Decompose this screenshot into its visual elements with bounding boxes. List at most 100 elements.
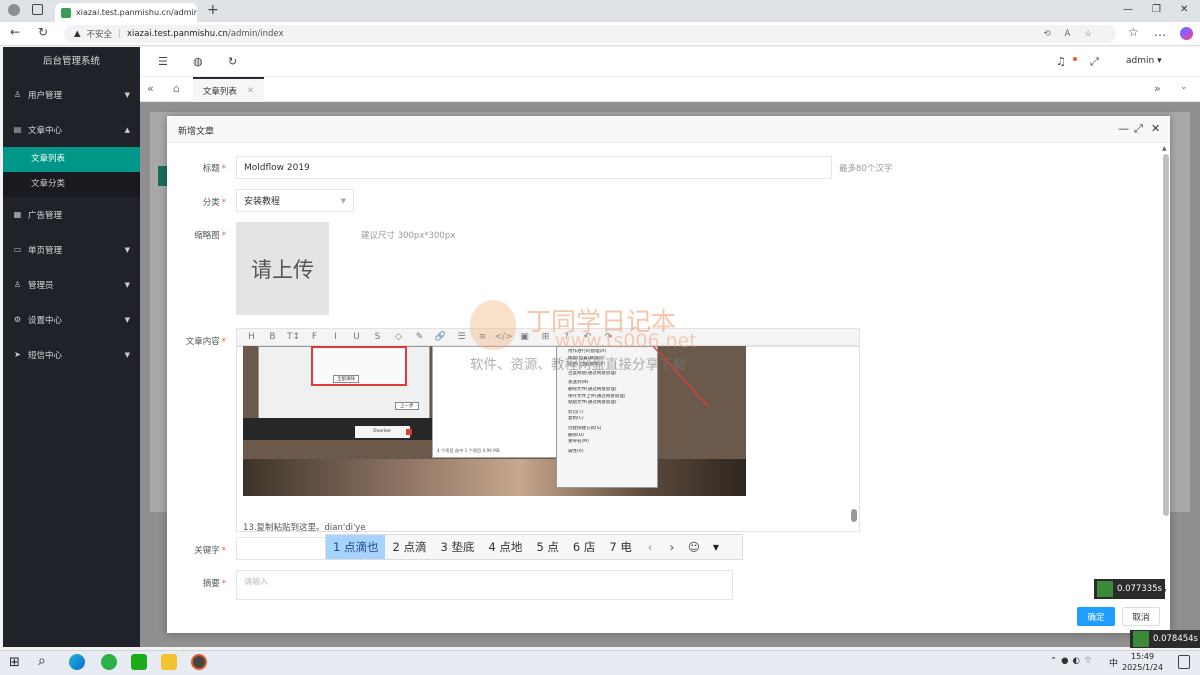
minimize-modal-icon[interactable]: — <box>1118 122 1129 135</box>
refresh-icon[interactable]: ↻ <box>38 25 48 39</box>
menu-toggle-icon[interactable]: ☰ <box>158 55 168 68</box>
ime-candidate[interactable]: 5 点 <box>529 535 565 559</box>
search-icon[interactable]: ⌕ <box>38 653 46 669</box>
home-icon[interactable]: ⌂ <box>173 82 180 95</box>
sidebar-item-settings[interactable]: ⚙ 设置中心 ▼ <box>3 302 140 337</box>
embedded-highlight-box: 全部清除 <box>311 346 407 386</box>
fullscreen-icon[interactable]: ⤢ <box>1090 55 1099 69</box>
ime-expand-icon[interactable]: ▼ <box>705 543 727 552</box>
wechat-icon[interactable] <box>131 654 147 670</box>
notification-center-icon[interactable] <box>1178 655 1190 669</box>
emoji-icon[interactable]: ☺ <box>683 540 705 554</box>
font-size-icon[interactable]: T↕ <box>283 332 304 342</box>
brush-icon[interactable]: ✎ <box>409 332 430 342</box>
ime-prev-icon[interactable]: ‹ <box>639 540 661 554</box>
close-window-icon[interactable]: ✕ <box>1180 4 1188 15</box>
thumb-hint: 建议尺寸 300px*300px <box>361 231 456 241</box>
title-hint: 最多80个汉字 <box>839 164 893 174</box>
refresh-page-icon[interactable]: ↻ <box>228 55 237 68</box>
category-select[interactable]: 安装教程 ▼ <box>236 189 354 212</box>
copilot-icon[interactable] <box>1180 27 1193 40</box>
embedded-close-icon <box>406 429 412 435</box>
admin-icon: ♙ <box>13 280 22 289</box>
sidebar-item-users[interactable]: ♙ 用户管理 ▼ <box>3 77 140 112</box>
clock-time: 15:49 <box>1130 652 1155 661</box>
ime-candidate[interactable]: 2 点滴 <box>385 535 433 559</box>
ime-next-icon[interactable]: › <box>661 540 683 554</box>
edge-icon[interactable] <box>69 654 85 670</box>
tabs-dropdown-icon[interactable]: ⌄ <box>1180 82 1188 92</box>
ime-candidate[interactable]: 6 店 <box>566 535 602 559</box>
ime-candidate[interactable]: 1 点滴也 <box>326 535 386 559</box>
notification-dot <box>1073 57 1077 61</box>
strikethrough-icon[interactable]: S <box>367 332 388 342</box>
editor-text: 13.复制粘贴到这里。dian'di'ye <box>243 523 366 533</box>
chevron-down-icon: ▼ <box>124 245 130 254</box>
send-icon: ➤ <box>14 350 21 359</box>
close-icon[interactable]: ✕ <box>247 86 254 96</box>
sidebar-item-admins[interactable]: ♙ 管理员 ▼ <box>3 267 140 302</box>
scroll-up-icon[interactable]: ▲ <box>1162 145 1167 152</box>
sidebar-sub-article-list[interactable]: 文章列表 <box>3 147 140 172</box>
tray-icons[interactable]: ⌃●◐⌔ <box>1050 656 1096 666</box>
address-actions-icon[interactable]: ⟲A☆ <box>1043 29 1106 39</box>
chevron-down-icon: ▼ <box>124 280 130 289</box>
tabs-right-icon[interactable]: » <box>1154 82 1161 95</box>
italic-icon[interactable]: I <box>325 332 346 342</box>
sidebar-sub-article-category[interactable]: 文章分类 <box>3 172 140 197</box>
close-modal-icon[interactable]: ✕ <box>1151 122 1160 135</box>
profile-icon[interactable] <box>8 4 20 16</box>
sidebar-item-label: 管理员 <box>28 280 54 291</box>
sidebar-item-ads[interactable]: ▦ 广告管理 <box>3 197 140 232</box>
sidebar-item-sms[interactable]: ➤ 短信中心 ▼ <box>3 337 140 372</box>
player-icon[interactable] <box>191 654 207 670</box>
sidebar-item-pages[interactable]: ▭ 单页管理 ▼ <box>3 232 140 267</box>
underline-icon[interactable]: U <box>346 332 367 342</box>
title-value: Moldflow 2019 <box>244 162 310 173</box>
gear-icon: ⚙ <box>13 315 22 324</box>
more-icon[interactable]: … <box>1154 25 1166 39</box>
browser-tab[interactable]: xiazai.test.panmishu.cn/admin/in... ✕ <box>55 3 197 22</box>
ime-candidate[interactable]: 3 垫底 <box>433 535 481 559</box>
list-icon[interactable]: ☰ <box>451 332 472 342</box>
modal-scrollbar[interactable] <box>1163 154 1169 516</box>
user-menu[interactable]: admin ▾ <box>1126 56 1162 66</box>
embedded-status: 4 个项目 选中 1 个项目 0.99 MB <box>437 448 500 453</box>
keywords-input[interactable] <box>236 537 326 560</box>
tab-actions-icon[interactable] <box>32 4 43 15</box>
font-icon[interactable]: F <box>304 332 325 342</box>
ime-candidate[interactable]: 4 点地 <box>481 535 529 559</box>
collections-icon[interactable]: ☆ <box>1128 25 1139 39</box>
link-icon[interactable]: 🔗 <box>430 332 451 342</box>
sidebar-item-label: 单页管理 <box>28 245 63 256</box>
folder-icon[interactable] <box>161 654 177 670</box>
url-host: xiazai.test.panmishu.cn <box>126 29 228 39</box>
globe-icon[interactable]: ◍ <box>193 55 203 68</box>
bell-icon[interactable]: ♫ <box>1056 55 1066 68</box>
thumb-upload-button[interactable]: 请上传 <box>236 222 329 315</box>
new-tab-icon[interactable]: + <box>207 2 219 18</box>
clock[interactable]: 15:49 2025/1/24 <box>1122 651 1163 673</box>
chat-icon[interactable] <box>101 654 117 670</box>
back-icon[interactable]: ← <box>10 25 20 39</box>
bold-icon[interactable]: B <box>262 332 283 342</box>
minimize-icon[interactable]: — <box>1123 4 1133 15</box>
editor-scrollbar[interactable] <box>851 509 857 522</box>
start-icon[interactable]: ⊞ <box>9 655 20 670</box>
ime-candidate[interactable]: 7 电 <box>602 535 638 559</box>
watermark-subtitle: 软件、资源、教程网盘直接分享下载 <box>470 357 686 373</box>
keywords-label: 关键字 * <box>194 546 226 556</box>
url-field[interactable]: ▲ 不安全 | xiazai.test.panmishu.cn/admin/in… <box>64 25 1116 43</box>
eraser-icon[interactable]: ◇ <box>388 332 409 342</box>
tab-article-list[interactable]: 文章列表 ✕ <box>193 77 264 102</box>
restore-icon[interactable]: ❐ <box>1152 4 1161 15</box>
maximize-modal-icon[interactable]: ⤢ <box>1134 122 1143 136</box>
ime-mode[interactable]: 中 <box>1109 656 1118 669</box>
sidebar-item-articles[interactable]: ▤ 文章中心 ▲ <box>3 112 140 147</box>
title-input[interactable]: Moldflow 2019 <box>236 156 832 179</box>
heading-icon[interactable]: H <box>241 332 262 342</box>
tabs-left-icon[interactable]: « <box>147 82 154 95</box>
cancel-button[interactable]: 取消 <box>1122 607 1160 626</box>
summary-textarea[interactable]: 请输入 <box>236 570 733 600</box>
confirm-button[interactable]: 确定 <box>1077 607 1115 626</box>
